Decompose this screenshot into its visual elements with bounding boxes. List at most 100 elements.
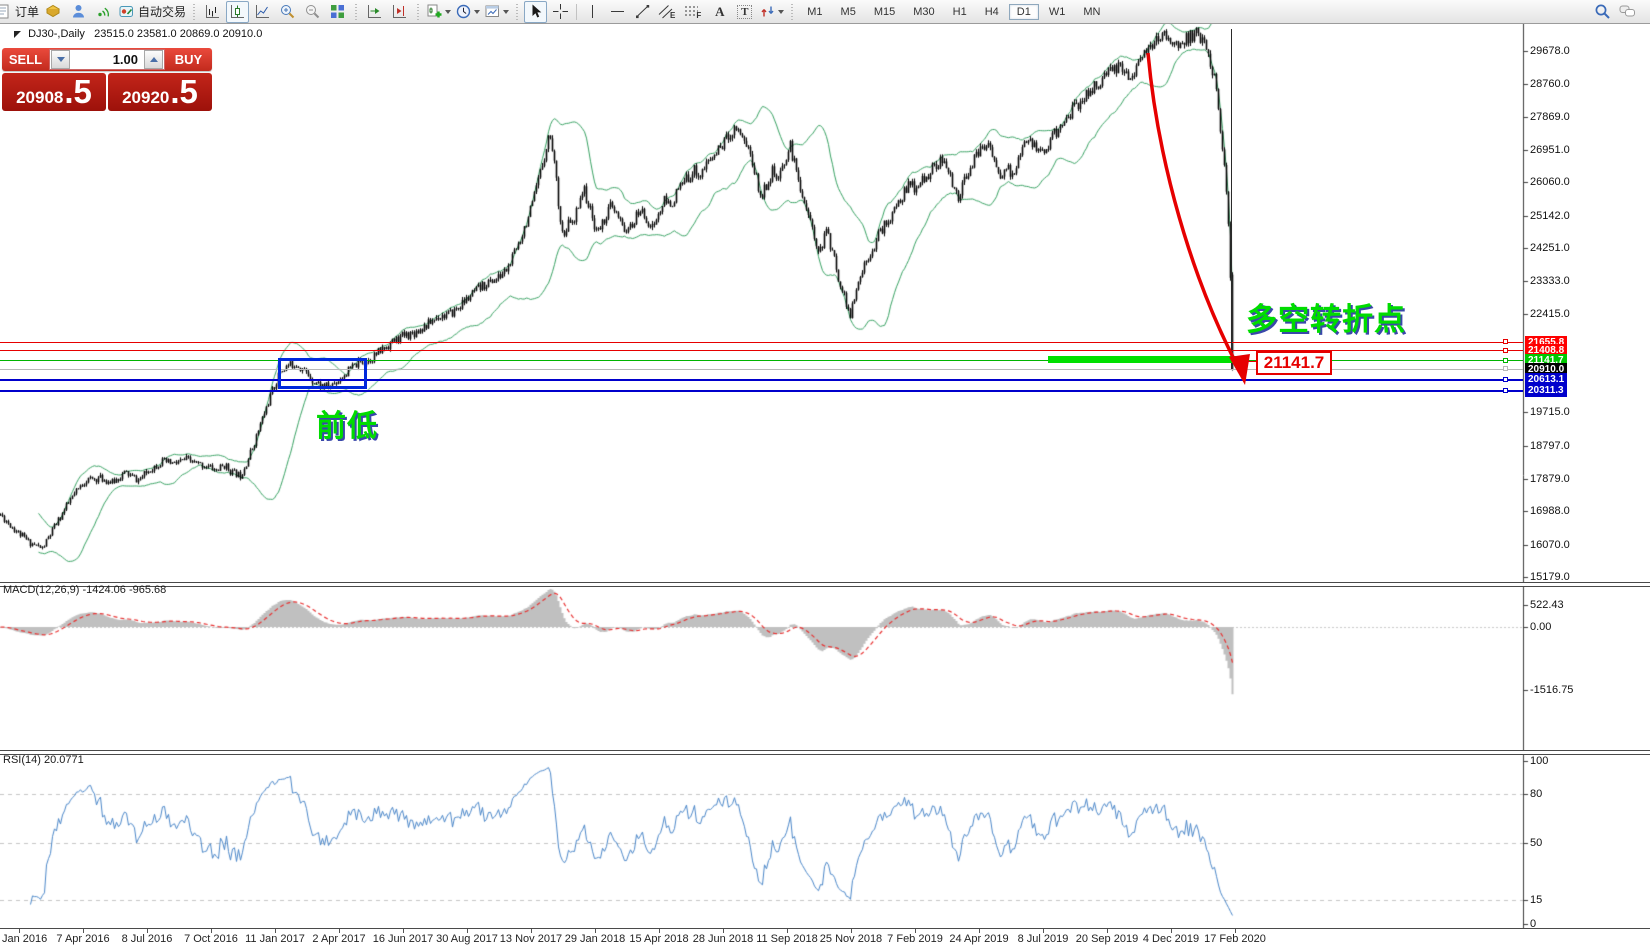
toolbar: 订单 自动交易 — [0, 0, 1650, 24]
triangle-up-icon — [150, 57, 158, 62]
candlestick-icon — [229, 3, 246, 20]
symbol-period-label: DJ30-,Daily — [28, 28, 85, 40]
price-axis-tick-label: 25142.0 — [1530, 210, 1570, 222]
price-chart-canvas[interactable] — [0, 23, 1650, 928]
sell-off-arrow[interactable] — [1100, 23, 1300, 423]
search-icon — [1594, 3, 1611, 20]
chat-button[interactable] — [1616, 1, 1639, 23]
toolbar-grip — [790, 4, 794, 20]
period-button[interactable] — [454, 1, 481, 23]
rsi-axis-tick-label: 100 — [1530, 755, 1548, 767]
timeframe-button-m30[interactable]: M30 — [905, 4, 942, 20]
vertical-line-tool-button[interactable] — [581, 1, 604, 23]
trade-controls-row: SELL BUY — [2, 48, 212, 71]
market-book-button[interactable] — [42, 1, 65, 23]
profile-button[interactable] — [67, 1, 90, 23]
volume-increase-button[interactable] — [144, 50, 163, 69]
chevron-down-icon — [474, 10, 480, 14]
price-axis-tick-label: 18797.0 — [1530, 440, 1570, 452]
cursor-tool-button[interactable] — [524, 1, 547, 23]
chevron-down-icon — [503, 10, 509, 14]
timeframe-button-m15[interactable]: M15 — [866, 4, 903, 20]
timeframe-button-mn[interactable]: MN — [1075, 4, 1108, 20]
symbol-marker-icon — [14, 31, 21, 38]
timeframe-button-w1[interactable]: W1 — [1041, 4, 1074, 20]
arrows-tool-button[interactable] — [758, 1, 785, 23]
timeframe-button-m1[interactable]: M1 — [799, 4, 830, 20]
previous-low-text[interactable]: 前低 — [316, 401, 378, 445]
text-tool-button[interactable]: A — [708, 1, 731, 23]
toolbar-grip — [416, 4, 420, 20]
buy-price-tile[interactable]: 20920 .5 — [108, 73, 212, 111]
timeframe-button-h1[interactable]: H1 — [945, 4, 975, 20]
chart-window: DJ30-,Daily 23515.0 23581.0 20869.0 2091… — [0, 23, 1650, 948]
zoom-in-button[interactable] — [276, 1, 299, 23]
price-level-handle[interactable] — [1503, 348, 1508, 353]
trendline-tool-button[interactable] — [631, 1, 654, 23]
signals-button[interactable] — [92, 1, 115, 23]
price-level-handle[interactable] — [1503, 339, 1508, 344]
pane-separator[interactable] — [0, 750, 1650, 755]
timeframe-button-h4[interactable]: H4 — [977, 4, 1007, 20]
price-level-handle[interactable] — [1503, 358, 1508, 363]
macd-axis-tick-label: 522.43 — [1530, 599, 1564, 611]
search-button[interactable] — [1591, 1, 1614, 23]
chevron-down-icon — [778, 10, 784, 14]
auto-scroll-icon — [366, 3, 383, 20]
cursor-icon — [527, 3, 544, 20]
new-order-button[interactable]: 订单 — [0, 1, 40, 23]
sell-price-main: 20908 — [16, 80, 63, 116]
line-chart-mode-button[interactable] — [251, 1, 274, 23]
trading-terminal: 订单 自动交易 — [0, 0, 1650, 948]
timeframe-button-d1[interactable]: D1 — [1009, 4, 1039, 20]
sell-price-tile[interactable]: 20908 .5 — [2, 73, 106, 111]
volume-input[interactable] — [71, 51, 143, 68]
price-level-handle[interactable] — [1503, 388, 1508, 393]
channel-tool-button[interactable]: E — [656, 1, 680, 23]
price-axis-tick-label: 19715.0 — [1530, 406, 1570, 418]
trendline-icon — [634, 3, 651, 20]
toolbar-grip — [515, 4, 519, 20]
timeframe-button-m5[interactable]: M5 — [833, 4, 864, 20]
chart-shift-button[interactable] — [388, 1, 411, 23]
chart-template-icon — [484, 3, 501, 20]
text-label-tool-button[interactable]: T — [733, 1, 756, 23]
triangle-down-icon — [57, 57, 65, 62]
rsi-axis-tick-label: 15 — [1530, 894, 1542, 906]
chart-shift-icon — [391, 3, 408, 20]
new-chart-icon — [426, 3, 443, 20]
bar-chart-mode-button[interactable] — [201, 1, 224, 23]
fibonacci-tool-button[interactable]: F — [682, 1, 706, 23]
sell-button[interactable]: SELL — [2, 52, 49, 67]
price-level-handle[interactable] — [1503, 366, 1508, 371]
templates-button[interactable] — [483, 1, 510, 23]
candlestick-mode-button[interactable] — [226, 1, 249, 23]
tile-windows-button[interactable] — [326, 1, 349, 23]
rsi-axis-tick-label: 80 — [1530, 788, 1542, 800]
buy-button[interactable]: BUY — [165, 52, 212, 67]
time-axis-label: 17 Feb 2020 — [1195, 933, 1275, 945]
previous-low-rectangle[interactable] — [278, 358, 367, 389]
time-axis[interactable]: Jan 20167 Apr 20168 Jul 20167 Oct 201611… — [0, 928, 1650, 948]
horizontal-line-tool-button[interactable] — [606, 1, 629, 23]
price-axis-tick-label: 27869.0 — [1530, 111, 1570, 123]
price-level-handle[interactable] — [1503, 377, 1508, 382]
text-label-icon: T — [737, 5, 752, 19]
crosshair-tool-button[interactable] — [549, 1, 572, 23]
new-chart-button[interactable] — [425, 1, 452, 23]
buy-price-main: 20920 — [122, 80, 169, 116]
new-order-icon — [0, 3, 12, 20]
sell-price-fraction: .5 — [64, 74, 92, 110]
price-axis-tick-label: 17879.0 — [1530, 473, 1570, 485]
pane-separator[interactable] — [0, 582, 1650, 587]
macd-axis-tick-label: -1516.75 — [1530, 684, 1573, 696]
autotrading-label: 自动交易 — [138, 3, 186, 20]
price-axis-tick-label: 23333.0 — [1530, 275, 1570, 287]
volume-decrease-button[interactable] — [51, 50, 70, 69]
horizontal-line-icon — [609, 3, 626, 20]
autotrading-button[interactable]: 自动交易 — [117, 1, 187, 23]
auto-scroll-button[interactable] — [363, 1, 386, 23]
crosshair-icon — [552, 3, 569, 20]
zoom-out-button[interactable] — [301, 1, 324, 23]
line-chart-icon — [254, 3, 271, 20]
